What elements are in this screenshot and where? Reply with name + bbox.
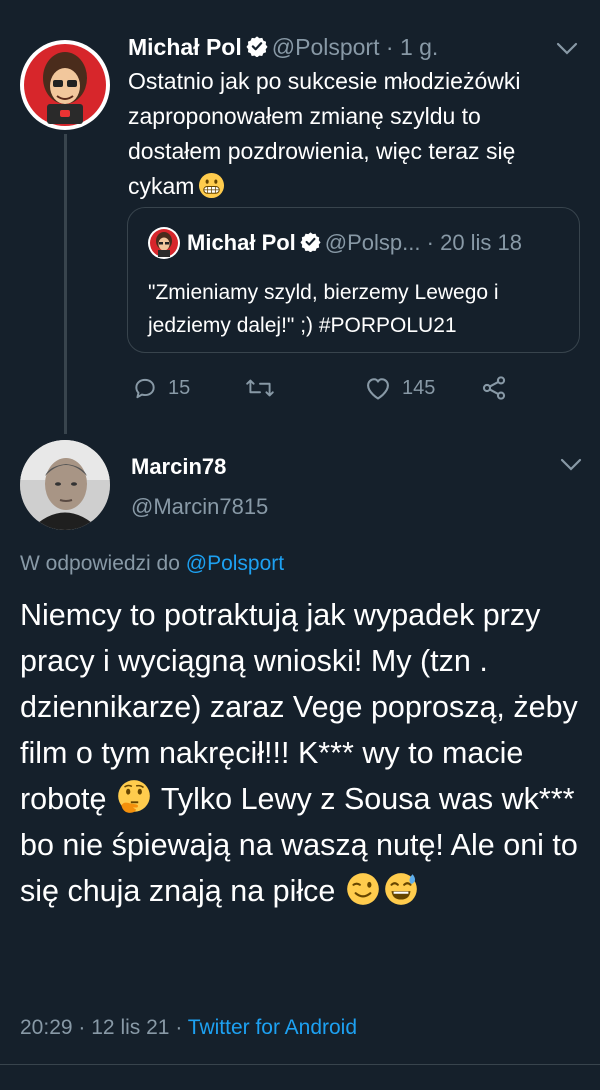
replying-prefix: W odpowiedzi do bbox=[20, 552, 180, 575]
tweet-time[interactable]: 20:29 bbox=[20, 1016, 73, 1039]
verified-badge-icon bbox=[246, 36, 268, 57]
quoted-author-handle: @Polsp... bbox=[324, 230, 421, 255]
quoted-date: 20 lis 18 bbox=[440, 230, 523, 255]
quoted-separator: · bbox=[426, 230, 434, 255]
quoted-author-name: Michał Pol bbox=[187, 230, 296, 255]
tweet-text: Ostatnio jak po sukcesie młodzieżówki za… bbox=[128, 64, 568, 204]
quoted-tweet[interactable]: Michał Pol @Polsp... · 20 lis 18 "Zmienia… bbox=[127, 207, 580, 353]
replying-to: W odpowiedzi do @Polsport bbox=[20, 552, 284, 576]
quoted-header: Michał Pol @Polsp... · 20 lis 18 bbox=[187, 230, 522, 256]
thinking-face-emoji-icon bbox=[118, 780, 150, 813]
winking-face-emoji-icon bbox=[347, 873, 379, 905]
quoted-text: "Zmieniamy szyld, bierzemy Lewego i jedz… bbox=[148, 281, 499, 337]
parent-tweet[interactable]: Michał Pol @Polsport · 1 g. Ostatnio jak … bbox=[0, 0, 600, 434]
thread-line bbox=[64, 134, 67, 434]
meta-separator: · bbox=[78, 1016, 86, 1039]
divider bbox=[0, 1064, 600, 1065]
verified-badge-icon bbox=[300, 232, 321, 252]
grinning-face-with-sweat-emoji-icon bbox=[385, 873, 417, 905]
reply-text: Niemcy to potraktują jak wypadek przy pr… bbox=[20, 592, 590, 914]
reply-button[interactable]: 15 bbox=[132, 370, 190, 406]
tweet-source-link[interactable]: Twitter for Android bbox=[188, 1016, 357, 1039]
reply-tweet: Marcin78 @Marcin7815 W odpowiedzi do @Po… bbox=[0, 430, 600, 1090]
tweet-actions: 15 145 bbox=[128, 370, 528, 406]
header-separator: · bbox=[385, 34, 394, 60]
reply-author-handle[interactable]: @Marcin7815 bbox=[131, 494, 268, 520]
tweet-header: Michał Pol @Polsport · 1 g. bbox=[128, 34, 438, 61]
retweet-button[interactable] bbox=[244, 370, 286, 406]
like-count: 145 bbox=[402, 376, 436, 399]
share-icon bbox=[482, 376, 506, 400]
tweet-text-content: Ostatnio jak po sukcesie młodzieżówki za… bbox=[128, 68, 521, 199]
like-button[interactable]: 145 bbox=[364, 370, 435, 406]
author-name[interactable]: Michał Pol bbox=[128, 34, 242, 60]
reply-icon bbox=[135, 378, 155, 399]
share-button[interactable] bbox=[480, 370, 508, 406]
chevron-down-icon[interactable] bbox=[560, 458, 582, 472]
grimacing-face-emoji-icon bbox=[199, 172, 225, 199]
heart-icon bbox=[367, 378, 389, 400]
reply-author-avatar[interactable] bbox=[20, 440, 110, 530]
reply-count: 15 bbox=[168, 376, 191, 399]
author-handle[interactable]: @Polsport bbox=[272, 34, 380, 60]
reply-author-name[interactable]: Marcin78 bbox=[131, 454, 226, 480]
meta-separator: · bbox=[175, 1016, 183, 1039]
author-avatar[interactable] bbox=[20, 40, 110, 130]
replying-to-link[interactable]: @Polsport bbox=[186, 552, 284, 575]
tweet-meta: 20:29 · 12 lis 21 · Twitter for Android bbox=[20, 1016, 357, 1040]
retweet-icon bbox=[246, 379, 274, 397]
tweet-date[interactable]: 12 lis 21 bbox=[91, 1016, 169, 1039]
tweet-time[interactable]: 1 g. bbox=[400, 34, 438, 60]
quoted-author-avatar bbox=[148, 227, 180, 259]
chevron-down-icon[interactable] bbox=[556, 42, 578, 56]
